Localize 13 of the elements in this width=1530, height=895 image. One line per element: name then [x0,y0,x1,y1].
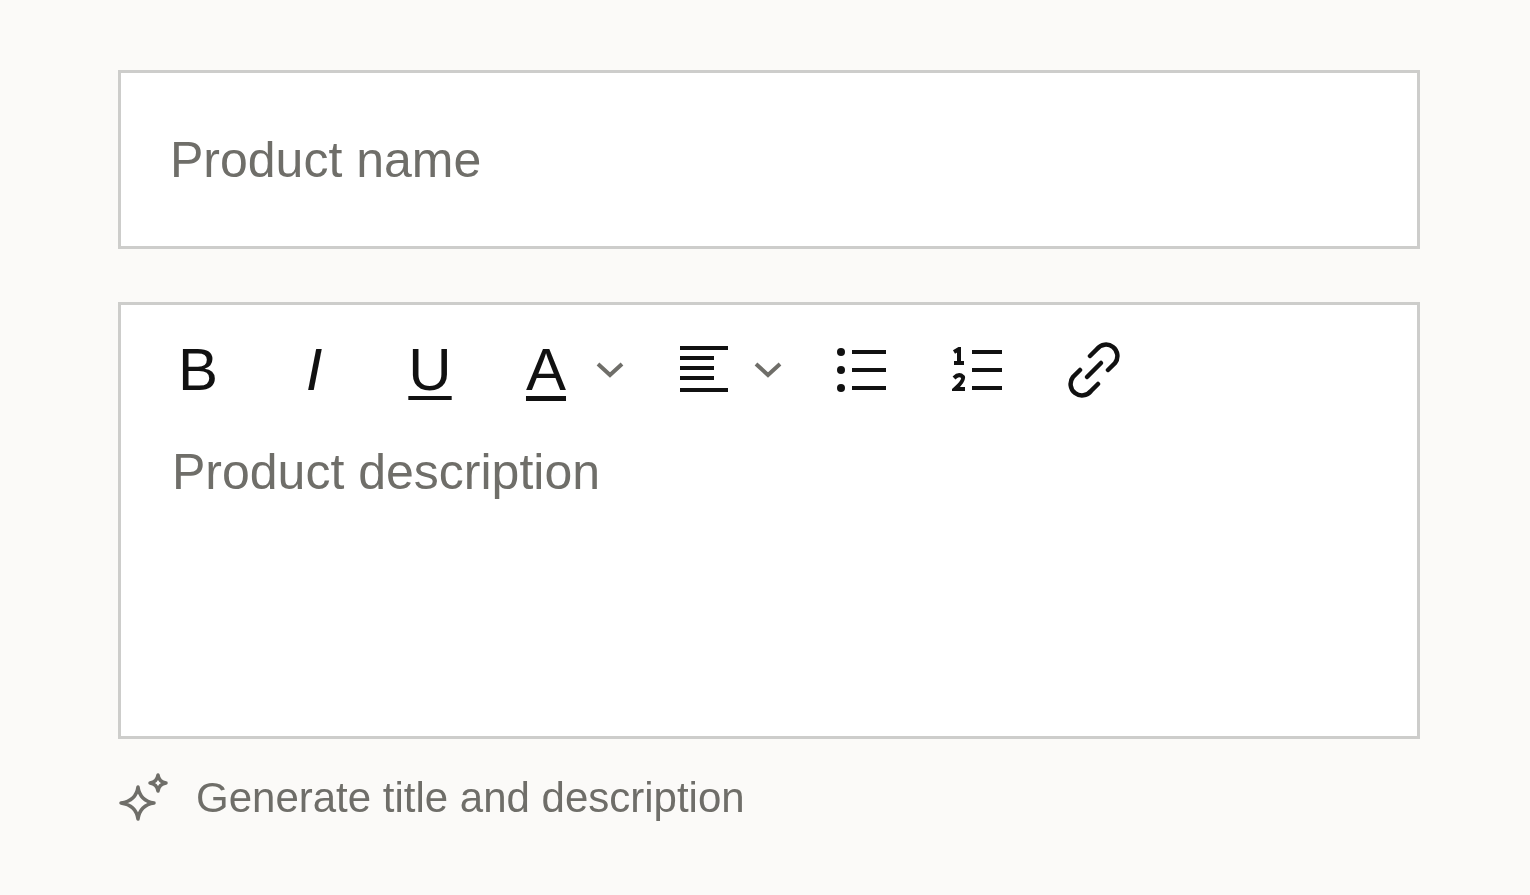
format-button[interactable]: A [509,335,583,405]
bullet-list-icon [836,347,888,393]
product-name-field[interactable]: Product name [118,70,1420,249]
link-icon [1066,342,1122,398]
generate-link[interactable]: Generate title and description [118,773,745,823]
chevron-down-icon[interactable] [753,361,783,379]
format-button[interactable]: U [393,335,467,405]
sparkle-icon [118,773,170,823]
chevron-down-icon[interactable] [595,361,625,379]
description-editor[interactable]: B I U A Product description [118,302,1420,739]
format-button[interactable]: B [161,335,235,405]
numbered-list-icon [952,347,1004,393]
format-button[interactable]: I [277,335,351,405]
